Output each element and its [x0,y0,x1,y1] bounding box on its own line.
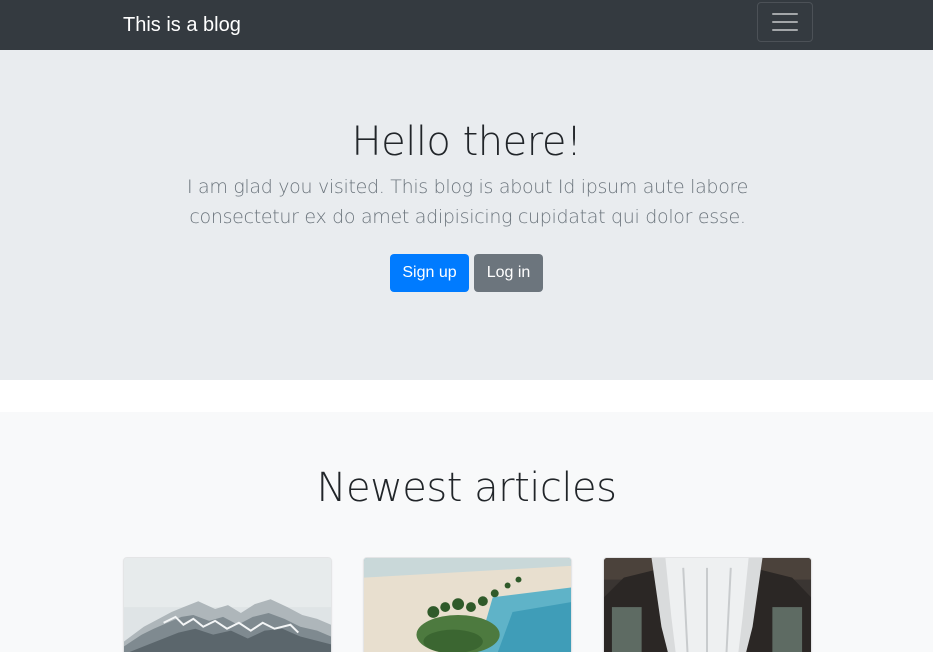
hero-title: Hello there! [351,119,582,165]
tropical-island-image [364,558,571,652]
articles-section: Newest articles [0,412,933,652]
signup-button[interactable]: Sign up [390,254,469,292]
navbar-toggler-button[interactable] [757,2,813,42]
articles-heading: Newest articles [316,465,617,511]
navbar: This is a blog [0,0,933,50]
article-card[interactable] [363,557,572,652]
snowy-mountain-image [124,558,331,652]
hero-section: Hello there! I am glad you visited. This… [0,50,933,380]
hero-lead: I am glad you visited. This blog is abou… [186,176,749,228]
canopy-bed-image [604,558,811,652]
section-divider [0,380,933,412]
login-button[interactable]: Log in [474,254,543,292]
article-card[interactable] [123,557,332,652]
article-card[interactable] [603,557,812,652]
navbar-brand[interactable]: This is a blog [123,12,241,38]
hero-buttons: Sign up Log in [0,254,933,292]
hamburger-menu-icon [772,13,798,31]
